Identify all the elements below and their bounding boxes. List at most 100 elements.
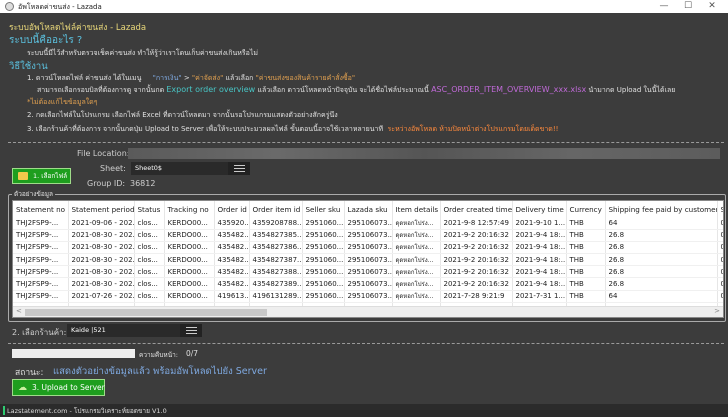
sheet-dropdown-button[interactable] (228, 162, 250, 175)
upload-button[interactable]: ☁ 3. Upload to Server (12, 379, 105, 396)
table-cell: 295106073... (344, 229, 393, 242)
status-value: แสดงตัวอย่างข้อมูลแล้ว พร้อมอัพโหลดไปยัง… (53, 366, 267, 377)
table-cell: ดุดหอกโปร่ง... (392, 290, 441, 303)
shop-dropdown-button[interactable] (180, 324, 202, 337)
step-1-line-2: สามารถเลือกรอบบิลที่ต้องการดู จากนั้นกด … (37, 85, 675, 96)
table-cell: 435482... (214, 277, 250, 291)
table-cell: 2021-9-4 18:... (512, 277, 567, 291)
shop-select[interactable]: Kaide |521 (67, 324, 180, 337)
table-cell: 4196131289... (249, 290, 303, 303)
table-cell: 2951060... (302, 253, 345, 267)
table-row[interactable]: THJ2FSP9-... 2021-08-30 - 202... clos... KE… (13, 253, 723, 267)
scrollbar-thumb[interactable] (25, 309, 267, 316)
table-cell: 26.8 (605, 277, 718, 291)
status-bar: Lazstatement.com - โปรแกรมวิเคราะห์ยอดขา… (0, 404, 728, 417)
table-cell: 0 (717, 229, 723, 242)
table-cell: 26.8 (605, 253, 718, 267)
column-header[interactable]: Order created time (440, 201, 513, 217)
table-cell: KERDO00... (164, 277, 215, 291)
column-header[interactable]: Currency (566, 201, 606, 217)
horizontal-scrollbar[interactable]: < > (13, 306, 723, 317)
sheet-label: Sheet: (100, 164, 126, 173)
table-cell: 2021-9-4 18:... (512, 241, 567, 255)
table-cell: ดุดหอกโปร่ง... (392, 277, 441, 291)
select-file-button[interactable]: 1. เลือกไฟล์ (12, 168, 71, 184)
table-row[interactable]: THJ2FSP9-... 2021-08-30 - 202... clos... KE… (13, 229, 723, 242)
table-cell: 0 (717, 277, 723, 291)
column-header[interactable]: Seller sku (302, 201, 345, 217)
table-cell: 0 (717, 290, 723, 303)
column-header[interactable]: Delivery time (512, 201, 567, 217)
column-header[interactable]: Order id (214, 201, 250, 217)
table-cell: THB (566, 229, 606, 242)
app-icon (5, 2, 14, 11)
table-header-row: Statement no Statement period Status Tracki… (13, 201, 723, 217)
table-cell: 2951060... (302, 229, 345, 242)
column-header[interactable]: Statement no (13, 201, 69, 217)
table-cell: 419613... (214, 290, 250, 303)
table-cell: THJ2FSP9-... (13, 277, 69, 291)
table-row[interactable]: THJ2FSP9-... 2021-09-06 - 202... clos... KE… (13, 217, 723, 230)
table-cell: 2021-08-30 - 202... (68, 277, 135, 291)
group-id-label: Group ID: (87, 179, 126, 188)
table-cell: 2021-08-30 - 202... (68, 241, 135, 255)
table-cell: THB (566, 290, 606, 303)
table-cell: ดุดหอกโปร่ง... (392, 217, 441, 230)
step-text: สามารถเลือกรอบบิลที่ต้องการดู จากนั้นกด (37, 86, 165, 94)
export-text: Export order overview (166, 85, 256, 94)
step-text: แล้วเลือก (225, 74, 254, 82)
table-row[interactable]: THJ2FSP9-... 2021-08-30 - 202... clos... KE… (13, 241, 723, 255)
group-id-value: 36812 (130, 179, 156, 188)
column-header[interactable]: S (717, 201, 723, 217)
preview-group-title: ตัวอย่างข้อมูล (12, 189, 56, 199)
close-button[interactable]: ✕ (700, 0, 724, 13)
upload-label: 3. Upload to Server (32, 383, 105, 392)
what-description: ระบบนี้มีไว้สำหรับตรวจเช็คค่าขนส่ง ทำให้… (27, 49, 258, 57)
column-header[interactable]: Shipping fee paid by customer (605, 201, 718, 217)
maximize-button[interactable]: ☐ (676, 0, 700, 13)
column-header[interactable]: Tracking no (164, 201, 215, 217)
column-header[interactable]: Order item id (249, 201, 303, 217)
table-cell: THB (566, 217, 606, 230)
table-cell: 26.8 (605, 241, 718, 255)
sheet-select[interactable]: Sheet0$ (131, 162, 228, 175)
table-cell: 0 (717, 265, 723, 279)
app-title: ระบบอัพโหลดไฟล์ค่าขนส่ง - Lazada (9, 23, 147, 33)
table-cell: THB (566, 277, 606, 291)
table-cell: 0 (717, 217, 723, 230)
file-location-input[interactable] (128, 148, 720, 159)
table-cell: 2021-09-06 - 202... (68, 217, 135, 230)
table-cell: 2951060... (302, 241, 345, 255)
table-cell: 26.8 (605, 229, 718, 242)
column-header[interactable]: Lazada sku (344, 201, 393, 217)
table-row[interactable]: THJ2FSP9-... 2021-07-26 - 202... clos... KE… (13, 290, 723, 303)
table-cell: clos... (134, 290, 165, 303)
warning-text: ระหว่างอัพโหลด ห้ามปิดหน้าต่างโปรแกรมโดย… (387, 125, 559, 133)
column-header[interactable]: Item details (392, 201, 441, 217)
table-row[interactable]: THJ2FSP9-... 2021-08-30 - 202... clos... KE… (13, 277, 723, 291)
footer-text: Lazstatement.com - โปรแกรมวิเคราะห์ยอดขา… (7, 407, 167, 415)
table-cell: 4354827389... (249, 277, 303, 291)
table-row[interactable]: THJ2FSP9-... 2021-08-30 - 202... clos... KE… (13, 265, 723, 279)
table-cell: ดุดหอกโปร่ง... (392, 253, 441, 267)
scroll-left-arrow[interactable]: < (16, 307, 22, 315)
table-cell: 295106073... (344, 241, 393, 255)
table-cell: 295106073... (344, 265, 393, 279)
column-header[interactable]: Statement period (68, 201, 135, 217)
table-cell: 64 (605, 290, 718, 303)
table-cell: 435920... (214, 217, 250, 230)
table-cell: 4354827387... (249, 253, 303, 267)
table-cell: 2951060... (302, 277, 345, 291)
column-header[interactable]: Status (134, 201, 165, 217)
table-cell: 4354827385... (249, 229, 303, 242)
preview-table[interactable]: Statement no Statement period Status Tracki… (12, 200, 724, 318)
table-cell: KERDO00... (164, 265, 215, 279)
shop-label: 2. เลือกร้านค้า: (12, 328, 67, 337)
table-cell: THJ2FSP9-... (13, 253, 69, 267)
table-cell: 2021-9-2 20:16:32 (440, 241, 513, 255)
table-cell: THB (566, 241, 606, 255)
minimize-button[interactable]: — (652, 0, 676, 13)
step-text: แล้วเลือก ดาวน์โหลดหน้าปัจจุบัน จะได้ชื่… (257, 86, 429, 94)
step-2: 2. กดเลือกไฟล์ในโปรแกรม เลือกไฟล์ Excel … (27, 111, 338, 119)
scroll-right-arrow[interactable]: > (714, 307, 720, 315)
